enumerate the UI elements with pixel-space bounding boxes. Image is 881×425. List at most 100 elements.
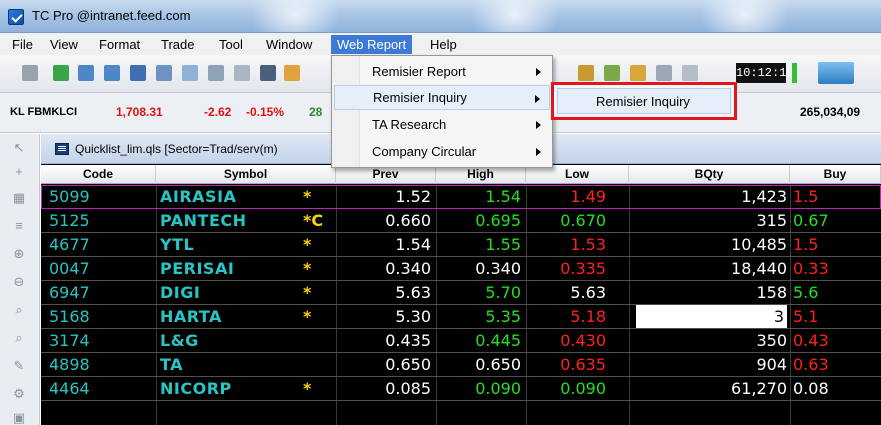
cell-flag: * (303, 187, 312, 206)
cell-flag: * (303, 235, 312, 254)
portfolio-icon[interactable] (104, 65, 120, 81)
menu-web-report[interactable]: Web Report (331, 35, 413, 54)
cell-symbol: YTL (160, 235, 195, 254)
cell-low: 0.670 (560, 211, 606, 230)
table-row[interactable]: 5125 PANTECH *C 0.660 0.695 0.670 315 0.… (41, 209, 881, 233)
index-value: 1,708.31 (116, 105, 163, 119)
cell-prev: 0.660 (385, 211, 431, 230)
menu-item-label: Company Circular (372, 144, 477, 159)
menu-window[interactable]: Window (260, 35, 318, 54)
help-icon[interactable] (656, 65, 672, 81)
menu-file[interactable]: File (6, 35, 39, 54)
quote-icon[interactable] (78, 65, 94, 81)
index-volume: 265,034,09 (800, 105, 861, 119)
menu-item-remisier-report[interactable]: Remisier Report (334, 59, 550, 84)
cell-low: 0.430 (560, 331, 606, 350)
cell-prev: 1.52 (395, 187, 431, 206)
table-row[interactable]: 4464 NICORP * 0.085 0.090 0.090 61,270 0… (41, 377, 881, 401)
save-icon[interactable] (130, 65, 146, 81)
table-row[interactable]: 4898 TA 0.650 0.650 0.635 904 0.63 (41, 353, 881, 377)
index-change: -2.62 (204, 105, 232, 119)
pen-icon[interactable] (284, 65, 300, 81)
cell-code: 4898 (49, 355, 90, 374)
menu-tool[interactable]: Tool (213, 35, 249, 54)
web-report-menu: Remisier Report Remisier Inquiry TA Rese… (331, 55, 553, 168)
alert-icon[interactable] (578, 65, 594, 81)
menu-item-company-circular[interactable]: Company Circular (334, 139, 550, 164)
menu-bar: File View Format Trade Tool Window Web R… (0, 33, 881, 55)
cell-code: 5099 (49, 187, 90, 206)
menu-item-label: TA Research (372, 117, 447, 132)
list-icon[interactable]: ≡ (11, 218, 27, 234)
submenu-arrow-icon (535, 95, 540, 103)
titlebar-glow (700, 0, 790, 32)
menu-view[interactable]: View (44, 35, 84, 54)
table-row[interactable]: 3174 L&G 0.435 0.445 0.430 350 0.43 (41, 329, 881, 353)
index-change-pct: -0.15% (246, 105, 285, 119)
order-icon[interactable] (630, 65, 646, 81)
menu-item-remisier-inquiry[interactable]: Remisier Inquiry (334, 85, 550, 110)
cell-code: 4677 (49, 235, 90, 254)
analysis-icon[interactable] (182, 65, 198, 81)
cell-buy: 5.6 (793, 283, 819, 302)
column-header-bqty[interactable]: BQty (629, 165, 790, 184)
search-icon[interactable]: ⌕ (11, 302, 27, 318)
cell-high: 1.54 (485, 187, 521, 206)
tools-icon[interactable]: ⚙ (11, 386, 27, 402)
panel-icon[interactable]: ▣ (11, 410, 27, 425)
cell-symbol: PERISAI (160, 259, 235, 278)
window-title: TC Pro @intranet.feed.com (32, 8, 191, 23)
menu-format[interactable]: Format (93, 35, 146, 54)
grid-icon[interactable] (22, 65, 38, 81)
menu-trade[interactable]: Trade (155, 35, 200, 54)
crosshair-icon[interactable]: + (11, 164, 27, 180)
cell-low: 0.635 (560, 355, 606, 374)
cell-code: 5168 (49, 307, 90, 326)
cell-bqty-selected[interactable]: 3 (636, 305, 787, 328)
index-extra: 28 (309, 105, 323, 119)
column-header-buy[interactable]: Buy (790, 165, 881, 184)
cell-prev: 5.63 (395, 283, 431, 302)
settings-icon[interactable] (682, 65, 698, 81)
quicklist-title: Quicklist_lim.qls [Sector=Trad/serv(m) (75, 142, 278, 156)
cell-bqty: 10,485 (731, 235, 787, 254)
table-row[interactable]: 5168 HARTA * 5.30 5.35 5.18 3 5.1 (41, 305, 881, 329)
draw-icon[interactable]: ✎ (11, 358, 27, 374)
cell-prev: 0.340 (385, 259, 431, 278)
submenu-item-remisier-inquiry[interactable]: Remisier Inquiry (557, 88, 731, 114)
chart-icon[interactable] (53, 65, 69, 81)
filter-icon[interactable] (604, 65, 620, 81)
table-row[interactable]: 6947 DIGI * 5.63 5.70 5.63 158 5.6 (41, 281, 881, 305)
table-icon[interactable]: ▦ (11, 190, 27, 206)
bank-icon[interactable] (234, 65, 250, 81)
cell-symbol: L&G (160, 331, 199, 350)
menu-help[interactable]: Help (424, 35, 463, 54)
quote-grid: 5099 AIRASIA * 1.52 1.54 1.49 1,423 1.5 … (41, 185, 881, 425)
column-header-symbol[interactable]: Symbol (156, 165, 336, 184)
market-icon[interactable] (818, 62, 854, 84)
pointer-icon[interactable]: ↖ (11, 140, 27, 156)
table-row[interactable]: 4677 YTL * 1.54 1.55 1.53 10,485 1.5 (41, 233, 881, 257)
cell-code: 6947 (49, 283, 90, 302)
cell-code: 4464 (49, 379, 90, 398)
report-icon[interactable] (156, 65, 172, 81)
quicklist-window: Quicklist_lim.qls [Sector=Trad/serv(m) C… (41, 134, 881, 425)
news-icon[interactable] (260, 65, 276, 81)
submenu-arrow-icon (536, 68, 541, 76)
zoom-in-icon[interactable]: ⊕ (11, 246, 27, 262)
menu-item-ta-research[interactable]: TA Research (334, 112, 550, 137)
column-header-code[interactable]: Code (41, 165, 156, 184)
cell-buy: 0.33 (793, 259, 829, 278)
zoom-out-icon[interactable]: ⊖ (11, 274, 27, 290)
table-row[interactable]: 0047 PERISAI * 0.340 0.340 0.335 18,440 … (41, 257, 881, 281)
cell-high: 0.695 (475, 211, 521, 230)
table-row[interactable]: 5099 AIRASIA * 1.52 1.54 1.49 1,423 1.5 (41, 185, 881, 209)
status-bar-icon (792, 63, 797, 83)
cell-low: 1.49 (570, 187, 606, 206)
cell-symbol: HARTA (160, 307, 222, 326)
magnify-icon[interactable]: ⌕ (11, 330, 27, 346)
remisier-inquiry-submenu: Remisier Inquiry (551, 82, 737, 120)
left-tool-strip: ↖ + ▦ ≡ ⊕ ⊖ ⌕ ⌕ ✎ ⚙ ▣ (0, 134, 40, 425)
titlebar-glow (470, 0, 560, 32)
building-icon[interactable] (208, 65, 224, 81)
